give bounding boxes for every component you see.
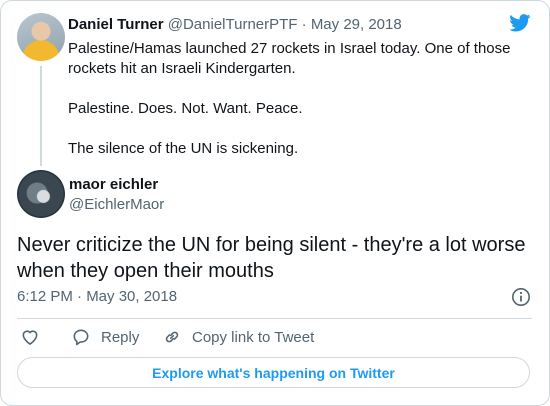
info-icon[interactable] (511, 287, 531, 307)
reply-timestamp[interactable]: 6:12 PM · May 30, 2018 (17, 288, 177, 305)
copy-link-label: Copy link to Tweet (192, 328, 315, 346)
copy-link-button[interactable]: Copy link to Tweet (162, 327, 314, 347)
author-handle[interactable]: @DanielTurnerPTF (168, 16, 298, 33)
author-name[interactable]: Daniel Turner (68, 16, 164, 33)
like-button[interactable] (20, 327, 40, 347)
reply-button[interactable]: Reply (71, 327, 139, 347)
reply-author-handle[interactable]: @EichlerMaor (69, 196, 164, 213)
twitter-bird-icon[interactable] (509, 14, 531, 32)
reply-icon (73, 329, 89, 346)
reply-label: Reply (101, 328, 140, 346)
avatar-maor-eichler[interactable] (17, 170, 65, 218)
tweet-line: The silence of the UN is sickening. (68, 140, 299, 157)
tweet-line: Palestine/Hamas launched 27 rockets in I… (68, 40, 511, 77)
tweet-date[interactable]: May 29, 2018 (311, 16, 402, 33)
heart-icon (22, 330, 38, 345)
explore-twitter-button[interactable]: Explore what's happening on Twitter (17, 357, 530, 388)
thread-connector-line (40, 66, 42, 166)
reply-author-name[interactable]: maor eichler (69, 176, 158, 193)
avatar-daniel-turner[interactable] (17, 13, 65, 61)
header-separator: · (297, 16, 311, 33)
parent-tweet-text: Palestine/Hamas launched 27 rockets in I… (68, 39, 528, 159)
reply-tweet-text: Never criticize the UN for being silent … (17, 234, 526, 282)
divider (17, 318, 532, 319)
parent-tweet-header: Daniel Turner @DanielTurnerPTF · May 29,… (68, 16, 402, 33)
tweet-line: Palestine. Does. Not. Want. Peace. (68, 100, 303, 117)
link-icon (165, 331, 179, 343)
